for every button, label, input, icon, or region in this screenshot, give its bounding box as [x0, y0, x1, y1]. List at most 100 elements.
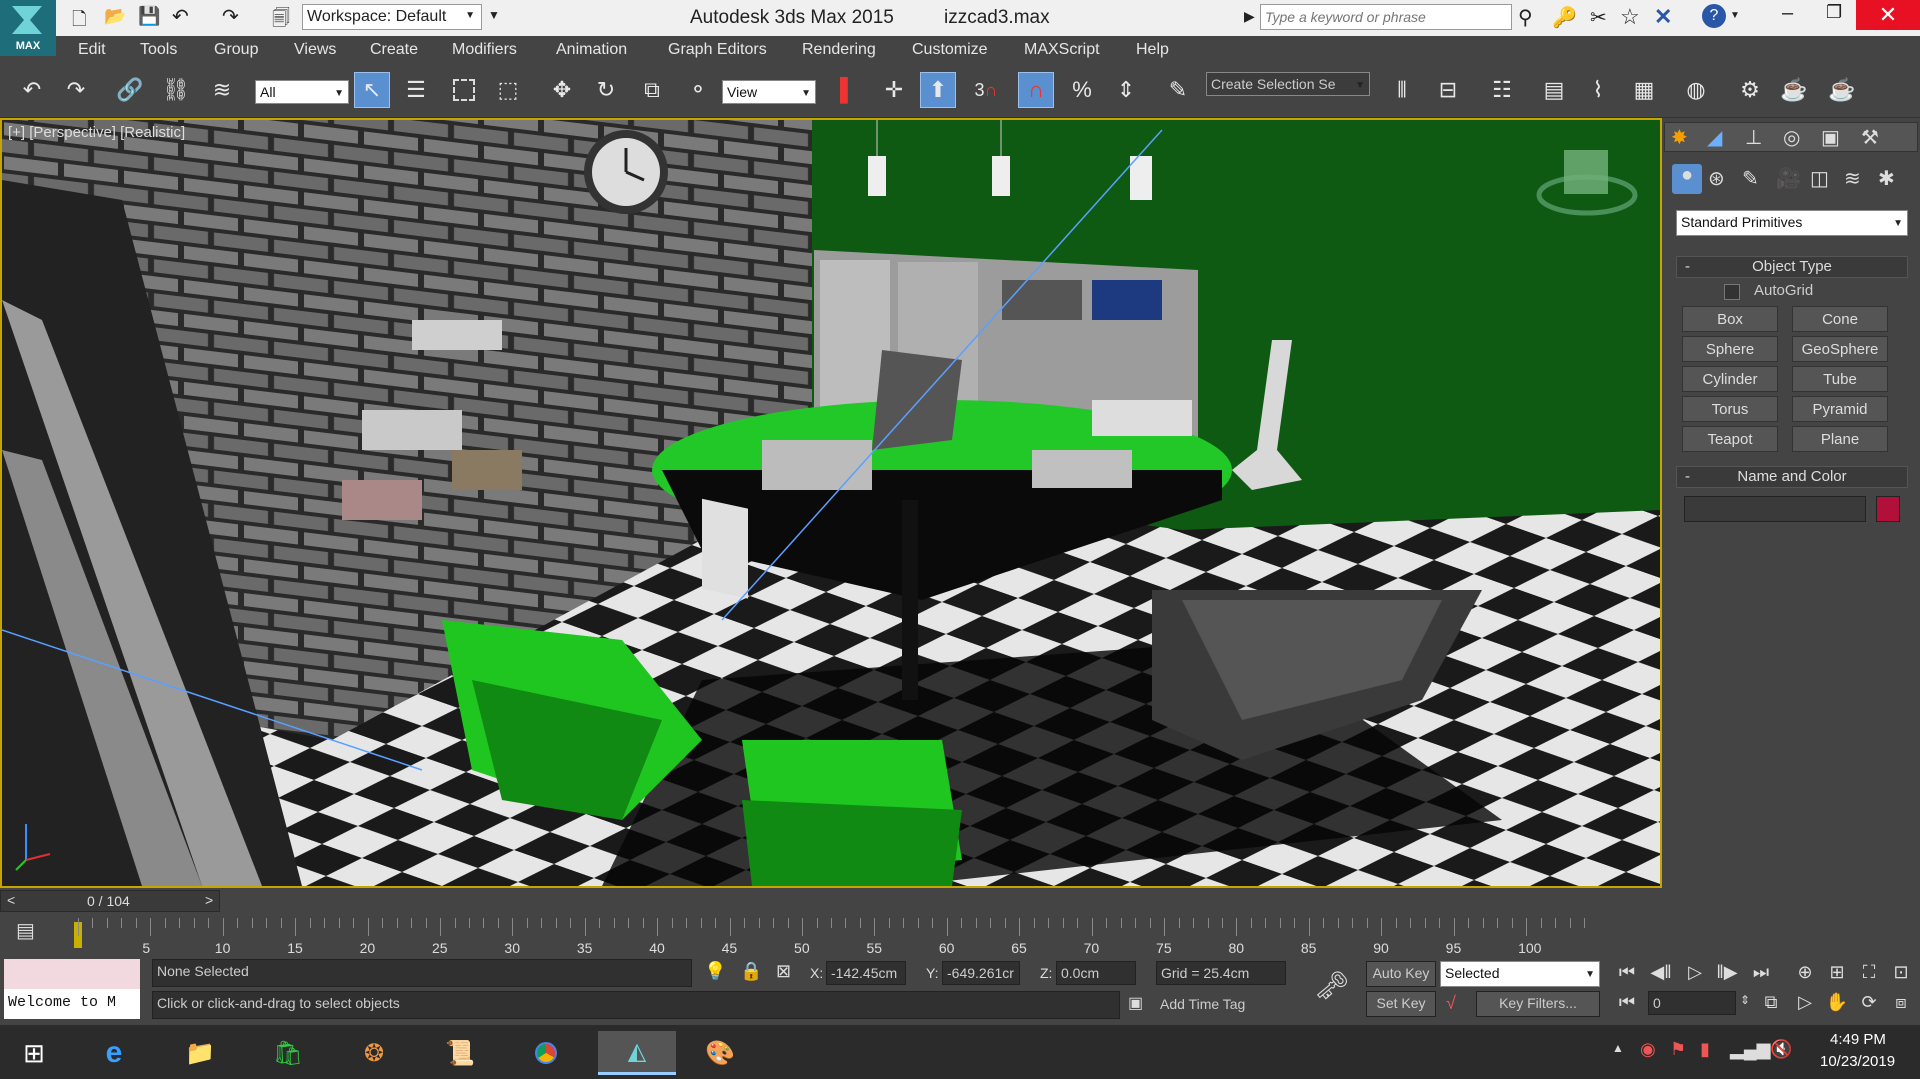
menu-edit[interactable]: Edit — [78, 41, 106, 59]
tube-button[interactable]: Tube — [1792, 366, 1888, 392]
close-button[interactable]: ✕ — [1856, 0, 1920, 30]
material-editor-button[interactable]: ◍ — [1678, 72, 1714, 108]
render-frame-button[interactable]: ☕ — [1776, 72, 1812, 108]
named-selection-set-dropdown[interactable]: Create Selection Se — [1206, 72, 1370, 96]
display-tab-icon[interactable]: ▣ — [1821, 125, 1840, 150]
select-and-scale-button[interactable]: ⧉ — [634, 72, 670, 108]
ribbon-toggle-button[interactable]: ▤ — [1536, 72, 1572, 108]
key-filters-button[interactable]: Key Filters... — [1476, 991, 1600, 1017]
field-of-view-button[interactable]: ▷ — [1790, 989, 1820, 1015]
lights-category-icon[interactable]: ✎ — [1742, 166, 1759, 191]
set-key-button[interactable]: Set Key — [1366, 991, 1436, 1017]
curve-editor-button[interactable]: ⌇ — [1580, 72, 1616, 108]
selection-lock-icon[interactable]: 🔒 — [740, 961, 762, 982]
undo-icon[interactable]: ↶ — [172, 4, 189, 29]
undo-button[interactable]: ↶ — [14, 72, 50, 108]
redo-icon[interactable]: ↷ — [222, 4, 239, 29]
align-button[interactable]: ⊟ — [1430, 72, 1466, 108]
chrome-taskbar-button[interactable] — [520, 1031, 572, 1075]
angle-snap-button[interactable]: ∩ — [1018, 72, 1054, 108]
menu-maxscript[interactable]: MAXScript — [1024, 41, 1100, 59]
maximize-viewport-button[interactable]: ⧈ — [1886, 989, 1916, 1015]
menu-group[interactable]: Group — [214, 41, 258, 59]
torus-button[interactable]: Torus — [1682, 396, 1778, 422]
layer-manager-button[interactable]: ☷ — [1484, 72, 1520, 108]
motion-tab-icon[interactable]: ◎ — [1783, 125, 1800, 150]
communication-icon[interactable]: ✂ — [1590, 5, 1607, 30]
infocenter-binoculars-icon[interactable]: ⚲ — [1518, 5, 1533, 30]
percent-snap-button[interactable]: % — [1064, 72, 1100, 108]
file-explorer-taskbar-button[interactable]: 📁 — [174, 1031, 226, 1075]
absolute-mode-icon[interactable]: ⊠ — [776, 961, 791, 982]
time-slider-prev-icon[interactable]: < — [7, 892, 15, 908]
exchange-x-icon[interactable]: ✕ — [1654, 4, 1672, 30]
sphere-button[interactable]: Sphere — [1682, 336, 1778, 362]
menu-graph-editors[interactable]: Graph Editors — [668, 41, 767, 59]
open-file-icon[interactable]: 📂 — [104, 6, 126, 27]
select-and-rotate-button[interactable]: ↻ — [588, 72, 624, 108]
new-file-icon[interactable]: 🗋 — [72, 7, 86, 37]
object-color-swatch[interactable] — [1876, 496, 1900, 522]
volume-muted-tray-icon[interactable]: 🔇 — [1770, 1039, 1792, 1060]
create-tab-icon[interactable]: ✸ — [1671, 125, 1688, 150]
viewport-label[interactable]: [+] [Perspective] [Realistic] — [8, 124, 185, 141]
start-button[interactable]: ⊞ — [8, 1031, 60, 1075]
box-button[interactable]: Box — [1682, 306, 1778, 332]
time-slider[interactable]: < 0 / 104 > — [0, 890, 220, 912]
systems-category-icon[interactable]: ✱ — [1878, 166, 1895, 191]
place-object-button[interactable]: ⚬ — [680, 72, 716, 108]
select-by-name-button[interactable]: ☰ — [398, 72, 434, 108]
select-and-link-button[interactable]: 🔗 — [112, 72, 148, 108]
zoom-extents-button[interactable]: ⛶ — [1854, 959, 1884, 985]
battery-tray-icon[interactable]: ▮ — [1700, 1039, 1710, 1060]
menu-views[interactable]: Views — [294, 41, 336, 59]
frame-spinner-icon[interactable]: ⇕ — [1740, 993, 1750, 1007]
auto-key-button[interactable]: Auto Key — [1366, 961, 1436, 987]
reference-coordinate-dropdown[interactable]: View — [722, 80, 816, 104]
shapes-category-icon[interactable]: ⊛ — [1708, 166, 1725, 191]
time-configuration-button[interactable]: ⧉ — [1756, 989, 1786, 1015]
zoom-all-button[interactable]: ⊞ — [1822, 959, 1852, 985]
picasa-taskbar-button[interactable]: ❂ — [348, 1031, 400, 1075]
save-file-icon[interactable]: 💾 — [138, 6, 160, 27]
spinner-snap-button[interactable]: ⇕ — [1108, 72, 1144, 108]
menu-customize[interactable]: Customize — [912, 41, 988, 59]
geometry-category-icon[interactable]: ● — [1672, 164, 1702, 194]
redo-button[interactable]: ↷ — [58, 72, 94, 108]
mini-curve-editor-icon[interactable]: ▤ — [16, 918, 35, 943]
unlink-selection-button[interactable]: ⛓ — [158, 72, 194, 108]
render-setup-button[interactable]: ⚙ — [1732, 72, 1768, 108]
pivot-center-button[interactable]: ▐ — [822, 72, 858, 108]
y-coord-field[interactable]: -649.261cr — [942, 961, 1020, 985]
menu-animation[interactable]: Animation — [556, 41, 627, 59]
select-manipulate-button[interactable]: ✛ — [876, 72, 912, 108]
next-frame-button[interactable]: ‖▶ — [1712, 959, 1742, 985]
minimize-icon[interactable]: – — [1782, 2, 1793, 25]
orbit-button[interactable]: ⟳ — [1854, 989, 1884, 1015]
search-expand-icon[interactable]: ▶ — [1244, 8, 1255, 25]
geosphere-button[interactable]: GeoSphere — [1792, 336, 1888, 362]
internet-explorer-taskbar-button[interactable]: e — [88, 1031, 140, 1075]
track-bar[interactable]: 5 10 15 20 25 30 35 40 45 50 55 60 65 70 75 80 85 90 95 100 — [72, 918, 1590, 958]
pan-view-button[interactable]: ✋ — [1822, 989, 1852, 1015]
pyramid-button[interactable]: Pyramid — [1792, 396, 1888, 422]
project-folder-icon[interactable]: 🗐 — [272, 6, 290, 36]
plane-button[interactable]: Plane — [1792, 426, 1888, 452]
primitives-type-dropdown[interactable]: Standard Primitives — [1676, 210, 1908, 236]
subscription-key-icon[interactable]: 🔑 — [1552, 5, 1577, 30]
name-and-color-rollout[interactable]: - Name and Color — [1676, 466, 1908, 488]
clock-date[interactable]: 10/23/2019 — [1820, 1053, 1895, 1070]
menu-tools[interactable]: Tools — [140, 41, 177, 59]
antivirus-tray-icon[interactable]: ◉ — [1640, 1039, 1656, 1060]
zoom-extents-all-button[interactable]: ⊡ — [1886, 959, 1916, 985]
store-taskbar-button[interactable]: 🛍 — [262, 1031, 314, 1075]
select-object-button[interactable]: ↖ — [354, 72, 390, 108]
key-mode-toggle-button[interactable]: ⏮ — [1612, 989, 1642, 1015]
isolate-selection-icon[interactable]: 💡 — [704, 961, 726, 982]
window-crossing-button[interactable]: ⬚ — [490, 72, 526, 108]
mirror-button[interactable]: ⫴ — [1384, 72, 1420, 108]
object-type-rollout[interactable]: - Object Type — [1676, 256, 1908, 278]
help-dropdown-icon[interactable]: ▼ — [1730, 10, 1740, 21]
menu-rendering[interactable]: Rendering — [802, 41, 876, 59]
app-logo-button[interactable]: MAX — [0, 0, 56, 56]
